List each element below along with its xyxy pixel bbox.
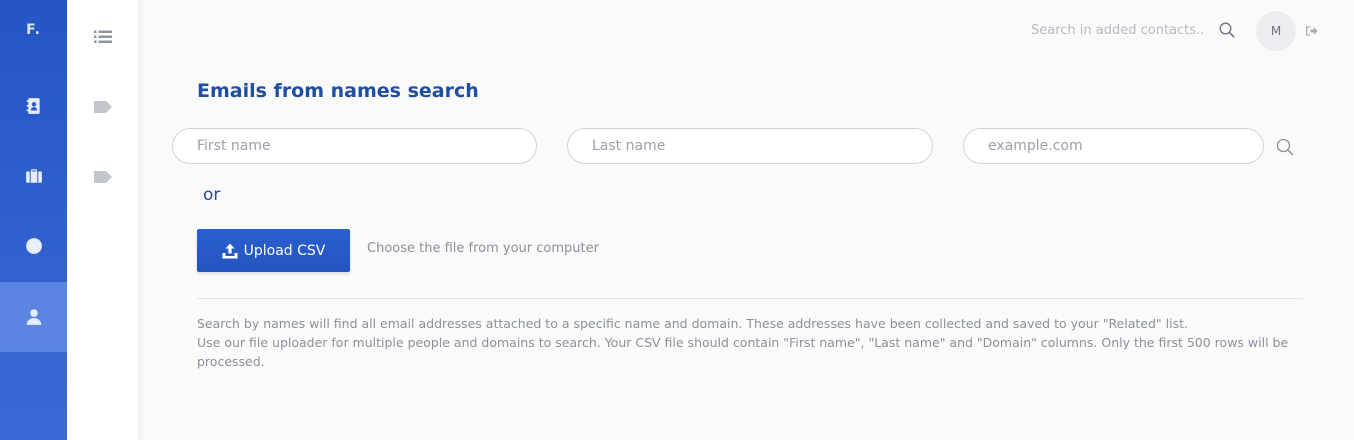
sidebar-item-companies[interactable] <box>0 141 67 211</box>
search-button-icon[interactable] <box>1276 138 1294 156</box>
tag-icon <box>93 101 112 113</box>
page-title: Emails from names search <box>197 80 479 102</box>
tag-icon <box>93 171 112 183</box>
upload-icon <box>222 243 238 258</box>
divider <box>197 298 1303 299</box>
contacts-search <box>1031 22 1235 38</box>
avatar[interactable]: M <box>1256 11 1296 51</box>
contacts-search-input[interactable] <box>1031 22 1219 38</box>
sidebar-item-domains[interactable] <box>0 211 67 281</box>
or-separator: or <box>203 185 221 205</box>
secondary-item-tag-2[interactable] <box>67 157 138 197</box>
help-line-1: Search by names will find all email addr… <box>197 316 1188 331</box>
secondary-item-tag-1[interactable] <box>67 87 138 127</box>
help-text: Search by names will find all email addr… <box>197 314 1297 371</box>
search-icon[interactable] <box>1219 22 1235 38</box>
logout-icon[interactable] <box>1305 25 1318 37</box>
globe-icon <box>25 238 42 254</box>
contacts-book-icon <box>26 98 40 114</box>
last-name-input[interactable] <box>567 128 933 164</box>
file-hint: Choose the file from your computer <box>367 241 599 256</box>
upload-csv-button[interactable]: Upload CSV <box>197 229 350 272</box>
main-sidebar: F. <box>0 0 67 440</box>
upload-csv-label: Upload CSV <box>243 242 326 259</box>
secondary-item-list[interactable] <box>67 17 138 57</box>
secondary-sidebar <box>67 0 138 440</box>
briefcase-icon <box>25 169 42 183</box>
panel-shadow <box>138 0 146 440</box>
domain-input[interactable] <box>963 128 1264 164</box>
list-icon <box>93 30 112 43</box>
user-icon <box>26 309 41 325</box>
help-line-2: Use our file uploader for multiple peopl… <box>197 335 1289 369</box>
app-logo[interactable]: F. <box>0 22 67 38</box>
sidebar-item-people[interactable] <box>0 282 67 352</box>
first-name-input[interactable] <box>172 128 537 164</box>
sidebar-item-contacts[interactable] <box>0 71 67 141</box>
